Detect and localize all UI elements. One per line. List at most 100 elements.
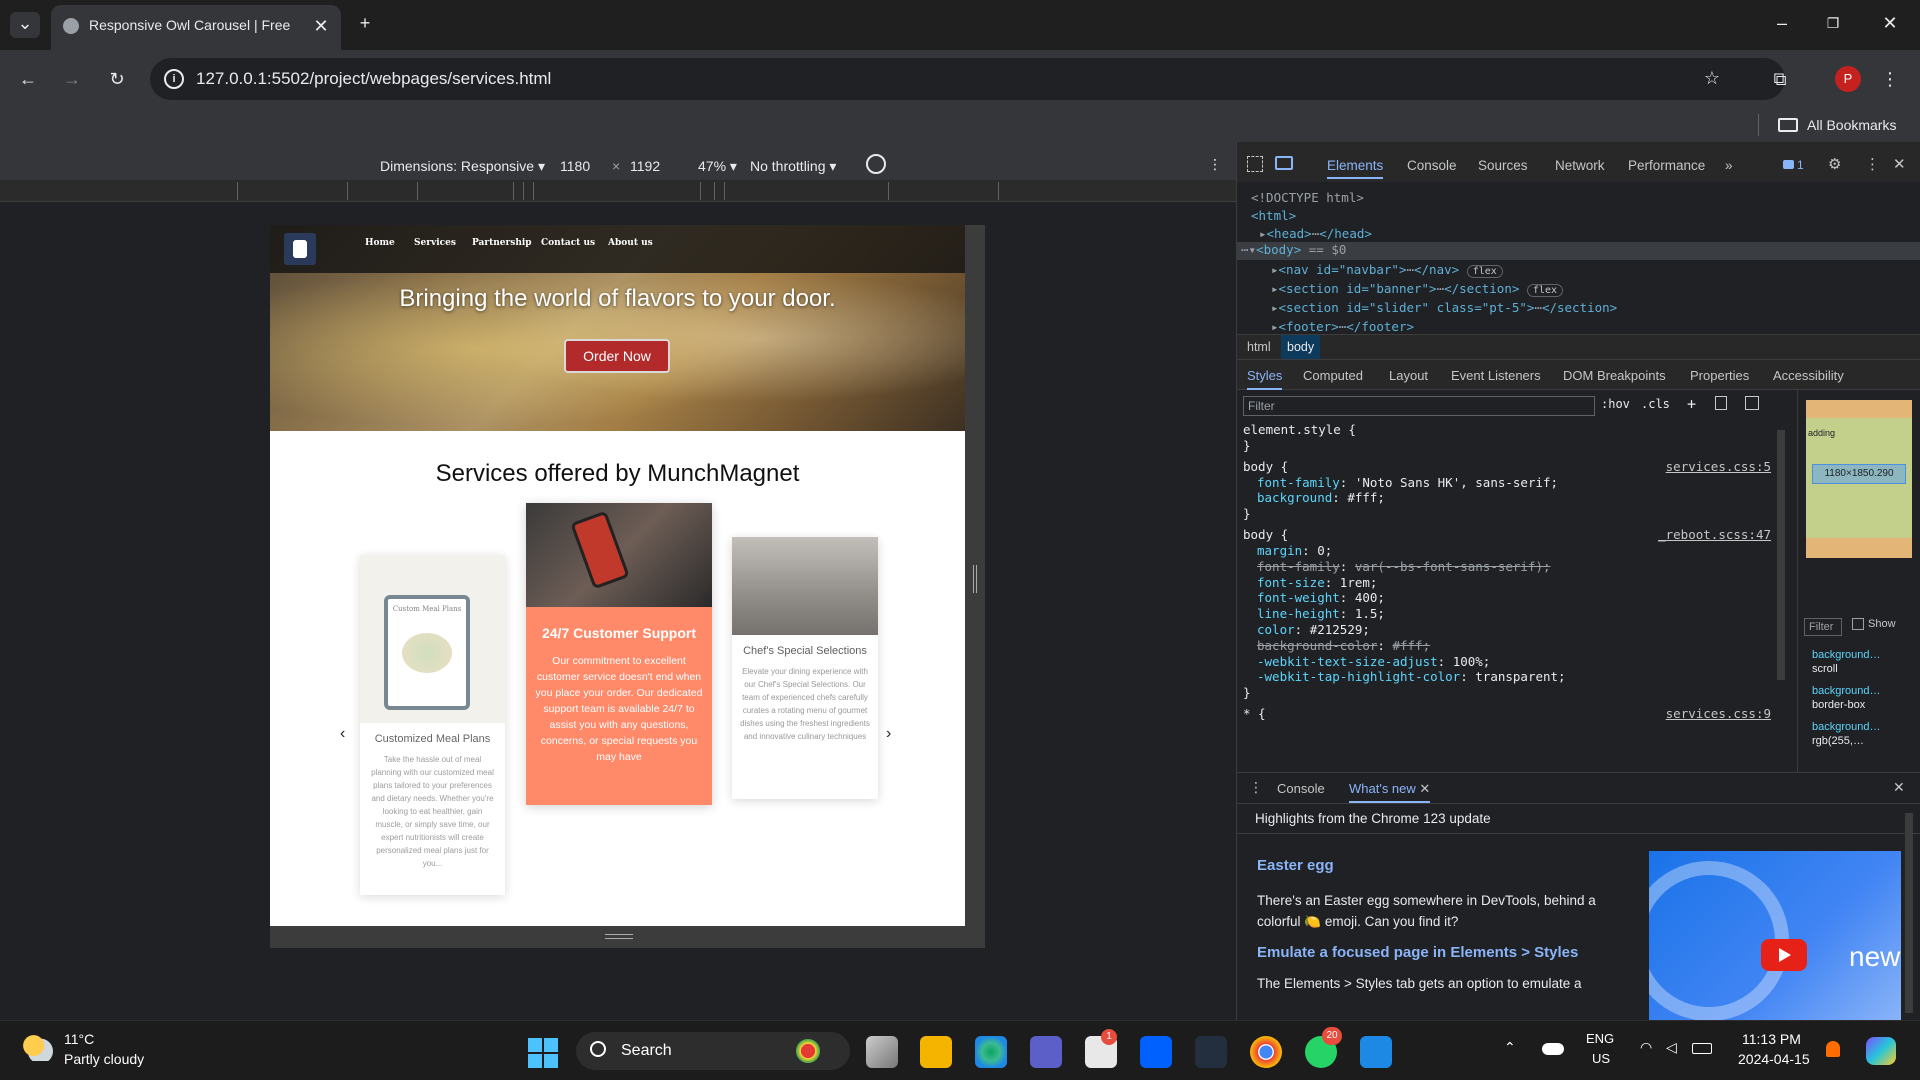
computed-prop[interactable]: background… — [1812, 720, 1881, 734]
back-icon[interactable]: ← — [16, 68, 40, 90]
css-value[interactable]: 1.5; — [1355, 606, 1385, 621]
css-property[interactable]: color — [1257, 622, 1295, 637]
browser-tab[interactable]: Responsive Owl Carousel | Free ✕ — [51, 5, 341, 50]
carousel-next-button[interactable]: › — [886, 725, 891, 743]
dom-head[interactable]: ▸<head>⋯</head> — [1259, 226, 1372, 241]
weather-temp[interactable]: 11°C — [64, 1031, 94, 1047]
css-selector-text[interactable]: * { — [1243, 706, 1266, 721]
css-value[interactable]: 'Noto Sans HK', sans-serif; — [1355, 475, 1558, 490]
device-options-icon[interactable]: ⋮ — [1208, 156, 1222, 173]
drawer-menu-icon[interactable]: ⋮ — [1249, 779, 1263, 796]
rotate-icon[interactable] — [866, 154, 886, 174]
throttling-select[interactable]: No throttling ▾ — [750, 158, 836, 175]
dimensions-select[interactable]: Dimensions: Responsive ▾ — [380, 158, 545, 175]
reload-icon[interactable]: ↻ — [105, 68, 129, 90]
css-selector-text[interactable]: element.style { — [1243, 422, 1356, 437]
css-declaration[interactable]: -webkit-text-size-adjust: 100%; — [1257, 654, 1490, 669]
css-value[interactable]: transparent; — [1475, 669, 1565, 684]
carousel-prev-button[interactable]: ‹ — [340, 725, 345, 743]
forward-icon[interactable]: → — [60, 68, 84, 90]
css-value[interactable]: #fff; — [1392, 638, 1430, 653]
service-card-chef[interactable]: Chef's Special Selections Elevate your d… — [732, 537, 878, 799]
file-explorer-icon[interactable] — [920, 1036, 952, 1068]
dom-html[interactable]: <html> — [1251, 208, 1296, 223]
computed-prop[interactable]: background… — [1812, 648, 1881, 662]
flex-badge[interactable]: flex — [1466, 265, 1503, 278]
site-logo[interactable] — [284, 233, 316, 265]
css-property[interactable]: background-color — [1257, 638, 1377, 653]
zoom-select[interactable]: 47% ▾ — [698, 158, 737, 175]
css-selector[interactable]: } — [1243, 685, 1777, 700]
teams-icon[interactable] — [1030, 1036, 1062, 1068]
onedrive-icon[interactable] — [1542, 1043, 1564, 1055]
css-value[interactable]: #212529; — [1310, 622, 1370, 637]
viewport-resize-handle-right[interactable] — [965, 225, 985, 926]
viewport-resize-handle-bottom[interactable] — [270, 926, 985, 948]
css-property[interactable]: -webkit-tap-highlight-color — [1257, 669, 1460, 684]
css-selector[interactable]: element.style { — [1243, 422, 1777, 437]
dropbox-icon[interactable] — [1140, 1036, 1172, 1068]
service-card-support[interactable]: 24/7 Customer Support Our commitment to … — [526, 503, 712, 805]
new-tab-icon[interactable]: + — [355, 12, 375, 34]
css-property[interactable]: font-family — [1257, 475, 1340, 490]
all-bookmarks-link[interactable]: All Bookmarks — [1807, 117, 1896, 133]
css-declaration[interactable]: line-height: 1.5; — [1257, 606, 1385, 621]
devtools-menu-icon[interactable]: ⋮ — [1865, 155, 1880, 173]
subtab-accessibility[interactable]: Accessibility — [1773, 368, 1844, 383]
css-property[interactable]: line-height — [1257, 606, 1340, 621]
css-selector-text[interactable]: } — [1243, 685, 1251, 700]
close-window-icon[interactable]: ✕ — [1880, 12, 1900, 34]
computed-filter-input[interactable]: Filter — [1804, 618, 1842, 636]
copilot-icon[interactable] — [1866, 1037, 1896, 1065]
css-selector-text[interactable]: } — [1243, 438, 1251, 453]
taskbar-search[interactable]: Search — [576, 1032, 850, 1070]
width-input[interactable]: 1180 — [560, 158, 590, 174]
new-rule-icon[interactable]: + — [1687, 395, 1696, 413]
nav-home[interactable]: Home — [365, 238, 395, 248]
lang-secondary[interactable]: US — [1592, 1051, 1610, 1066]
nav-partnership[interactable]: Partnership — [472, 238, 532, 248]
css-property[interactable]: background — [1257, 490, 1332, 505]
subtab-event-listeners[interactable]: Event Listeners — [1451, 368, 1541, 383]
content-box-size[interactable]: 1180×1850.290 — [1812, 464, 1906, 484]
source-link[interactable]: services.css:5 — [1666, 459, 1771, 474]
close-tab-icon[interactable]: ✕ — [311, 15, 331, 37]
css-selector[interactable]: body {services.css:5 — [1243, 459, 1777, 474]
media-query-ruler[interactable] — [0, 180, 1236, 202]
css-declaration[interactable]: font-family: 'Noto Sans HK', sans-serif; — [1257, 475, 1558, 490]
height-input[interactable]: 1192 — [630, 158, 660, 174]
clock-time[interactable]: 11:13 PM — [1742, 1031, 1801, 1047]
windows-start-icon[interactable] — [528, 1038, 558, 1068]
source-link[interactable]: services.css:9 — [1666, 706, 1771, 721]
computed-prop[interactable]: background… — [1812, 684, 1881, 698]
tab-sources[interactable]: Sources — [1478, 158, 1528, 173]
css-declaration[interactable]: background-color: #fff; — [1257, 638, 1430, 653]
tab-performance[interactable]: Performance — [1628, 158, 1705, 173]
nav-services[interactable]: Services — [414, 238, 456, 248]
restore-icon[interactable]: ❐ — [1823, 12, 1843, 34]
css-declaration[interactable]: -webkit-tap-highlight-color: transparent… — [1257, 669, 1566, 684]
url-text[interactable]: 127.0.0.1:5502/project/webpages/services… — [196, 69, 551, 89]
amazon-icon[interactable] — [1195, 1036, 1227, 1068]
css-declaration[interactable]: margin: 0; — [1257, 543, 1332, 558]
source-link[interactable]: _reboot.scss:47 — [1658, 527, 1771, 542]
styles-filter-input[interactable]: Filter — [1243, 396, 1595, 416]
weather-desc[interactable]: Partly cloudy — [64, 1051, 144, 1067]
bookmark-star-icon[interactable]: ☆ — [1700, 67, 1724, 89]
css-declaration[interactable]: font-family: var(--bs-font-sans-serif); — [1257, 559, 1551, 574]
tray-chevron-icon[interactable]: ⌃ — [1504, 1039, 1516, 1056]
tab-console[interactable]: Console — [1407, 158, 1457, 173]
device-toggle-icon[interactable] — [1275, 156, 1293, 170]
drawer-tab-console[interactable]: Console — [1277, 781, 1325, 796]
cls-toggle[interactable]: .cls — [1641, 397, 1670, 411]
more-tabs-icon[interactable]: » — [1725, 158, 1733, 173]
order-now-button[interactable]: Order Now — [564, 339, 670, 373]
css-property[interactable]: font-family — [1257, 559, 1340, 574]
edge-icon[interactable] — [975, 1036, 1007, 1068]
crumb-html[interactable]: html — [1247, 340, 1271, 354]
subtab-properties[interactable]: Properties — [1690, 368, 1749, 383]
css-selector[interactable]: body {_reboot.scss:47 — [1243, 527, 1777, 542]
dom-body-selected[interactable]: ⋯▾<body> == $0 — [1237, 242, 1920, 260]
profile-avatar[interactable]: P — [1835, 66, 1861, 92]
video-thumbnail[interactable]: new — [1649, 851, 1901, 1021]
